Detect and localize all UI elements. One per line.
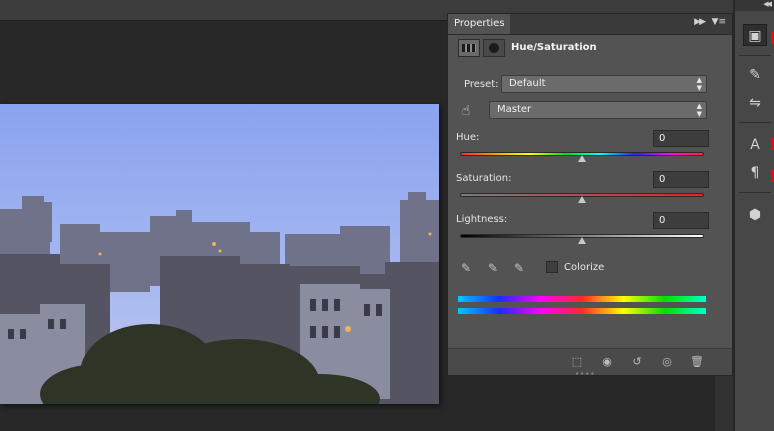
right-dock: ◀◀ ▣ ✎ ⇋ A ¶ ⬢: [734, 0, 774, 431]
colorize-checkbox[interactable]: [546, 261, 558, 273]
lightness-label: Lightness:: [456, 214, 508, 225]
paragraph-icon[interactable]: ¶: [743, 162, 767, 184]
colorize-label: Colorize: [564, 262, 605, 273]
dock-collapse-bar[interactable]: ◀◀: [735, 0, 774, 11]
saturation-label: Saturation:: [456, 173, 512, 184]
eyedropper-icon[interactable]: ✎: [458, 260, 474, 276]
dock-separator: [739, 55, 771, 56]
collapse-icon[interactable]: ▶▶: [694, 17, 706, 27]
panel-tab-bar: Properties ▶▶ ▼≡: [448, 14, 732, 35]
clip-to-layer-icon[interactable]: ⬚: [568, 354, 586, 370]
color-bar-source: [458, 296, 706, 302]
chevron-updown-icon: ▲ ▼: [696, 76, 702, 92]
lightness-input[interactable]: 0: [653, 212, 709, 229]
hue-input[interactable]: 0: [653, 130, 709, 147]
preset-select[interactable]: Default ▲ ▼: [501, 75, 707, 93]
document-image[interactable]: [0, 104, 439, 404]
hue-label: Hue:: [456, 132, 480, 143]
collapse-icon[interactable]: ◀◀: [763, 0, 772, 8]
dock-separator: [739, 122, 771, 123]
adjustment-icon[interactable]: [458, 39, 480, 57]
view-previous-state-icon[interactable]: ◉: [598, 354, 616, 370]
adjustment-title: Hue/Saturation: [511, 42, 597, 53]
3d-icon[interactable]: ⬢: [743, 204, 767, 226]
hue-slider-handle[interactable]: [578, 155, 586, 162]
preset-value: Default: [509, 78, 546, 89]
chevron-updown-icon: ▲ ▼: [696, 102, 702, 118]
character-icon[interactable]: A: [743, 134, 767, 156]
reset-icon[interactable]: ↺: [628, 354, 646, 370]
hand-icon[interactable]: ☝: [456, 102, 476, 120]
visibility-icon[interactable]: ◎: [658, 354, 676, 370]
eyedropper-plus-icon[interactable]: ✎: [485, 260, 501, 276]
color-bar-result: [458, 308, 706, 314]
brush-tools-icon[interactable]: ✎: [743, 64, 767, 86]
channel-value: Master: [497, 104, 532, 115]
resize-grip-icon[interactable]: ••••: [575, 370, 596, 378]
preset-label: Preset:: [464, 79, 499, 90]
mask-icon[interactable]: [483, 39, 505, 57]
panel-footer: ⬚ ◉ ↺ ◎ 🗑 ••••: [448, 348, 732, 378]
dock-separator: [739, 192, 771, 193]
properties-panel: Properties ▶▶ ▼≡ Hue/Saturation Preset: …: [447, 13, 733, 378]
tab-properties[interactable]: Properties: [448, 14, 510, 34]
eyedropper-minus-icon[interactable]: ✎: [511, 260, 527, 276]
saturation-slider-handle[interactable]: [578, 196, 586, 203]
delete-icon[interactable]: 🗑: [688, 354, 706, 370]
properties-icon[interactable]: ▣: [743, 24, 767, 46]
channel-select[interactable]: Master ▲ ▼: [489, 101, 707, 119]
panel-menu-icon[interactable]: ▼≡: [712, 17, 726, 27]
lightness-slider-handle[interactable]: [578, 237, 586, 244]
saturation-input[interactable]: 0: [653, 171, 709, 188]
adjustments-icon[interactable]: ⇋: [743, 92, 767, 114]
